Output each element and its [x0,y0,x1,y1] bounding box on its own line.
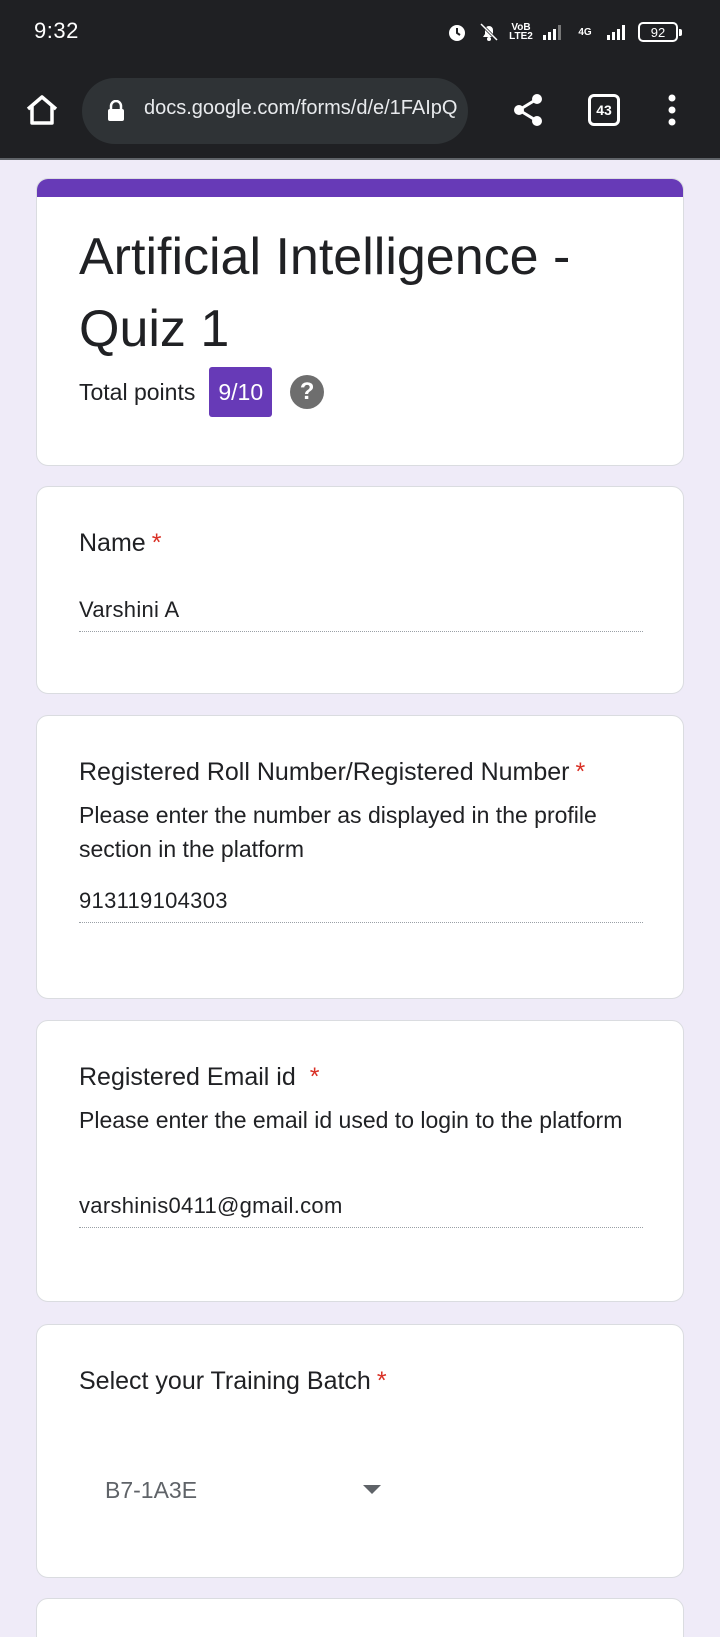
url-text: docs.google.com/forms/d/e/1FAIpQ [144,97,458,119]
form-title: Artificial Intelligence - Quiz 1 [79,228,571,358]
status-time: 9:32 [34,18,79,43]
form-header-card: Artificial Intelligence - Quiz 1 Total p… [36,178,684,466]
browser-toolbar: docs.google.com/forms/d/e/1FAIpQ 43 [0,64,720,160]
score-badge: 9/10 [209,367,273,417]
total-points-label: Total points [79,378,196,405]
required-mark: * [376,1367,387,1395]
batch-select-value: B7-1A3E [105,1476,198,1503]
question-card-name: Name * Varshini A [36,486,684,694]
status-icons: VoB LTE2 4G 92 [446,18,682,46]
question-card-next [36,1598,684,1637]
network-4g-label: 4G [578,26,592,38]
signal-icon-1 [542,21,564,43]
question-help-text: Please enter the email id used to login … [79,1107,623,1133]
question-card-email: Registered Email id * Please enter the em… [36,1020,684,1302]
more-menu-icon[interactable] [662,90,682,130]
volte-icon: VoB LTE2 [509,22,533,42]
help-icon[interactable]: ? [290,375,325,409]
battery-icon: 92 [638,22,682,42]
batch-select[interactable]: B7-1A3E [101,1465,391,1515]
alarm-icon [446,21,468,43]
answer-email: varshinis0411@gmail.com [79,1193,643,1228]
dropdown-arrow-icon [363,1485,381,1494]
share-icon[interactable] [508,90,548,130]
answer-name: Varshini A [79,597,643,632]
question-label-text: Select your Training Batch [79,1367,371,1395]
required-mark: * [575,758,586,786]
lock-icon [106,99,126,122]
mute-bell-icon [478,21,500,43]
question-label-text: Registered Email id [79,1063,296,1091]
question-card-roll-number: Registered Roll Number/Registered Number… [36,715,684,999]
total-points-row: Total points 9/10 ? [79,367,325,417]
question-label-text: Name [79,529,146,557]
signal-icon-2 [606,21,628,43]
home-icon[interactable] [22,90,62,130]
question-label: Registered Email id * [79,1063,320,1092]
question-help-text: Please enter the number as displayed in … [79,802,597,862]
tab-switcher-button[interactable]: 43 [588,94,620,126]
question-label: Registered Roll Number/Registered Number… [79,758,585,787]
header-accent-bar [37,179,683,197]
status-bar: 9:32 VoB LTE2 4G 92 [0,0,720,64]
question-label: Select your Training Batch * [79,1367,387,1396]
required-mark: * [151,529,162,557]
question-label-text: Registered Roll Number/Registered Number [79,758,570,786]
question-label: Name * [79,529,161,558]
answer-roll-number: 913119104303 [79,888,643,923]
url-bar[interactable]: docs.google.com/forms/d/e/1FAIpQ [82,78,468,144]
question-card-training-batch: Select your Training Batch * B7-1A3E [36,1324,684,1578]
required-mark: * [309,1063,320,1091]
